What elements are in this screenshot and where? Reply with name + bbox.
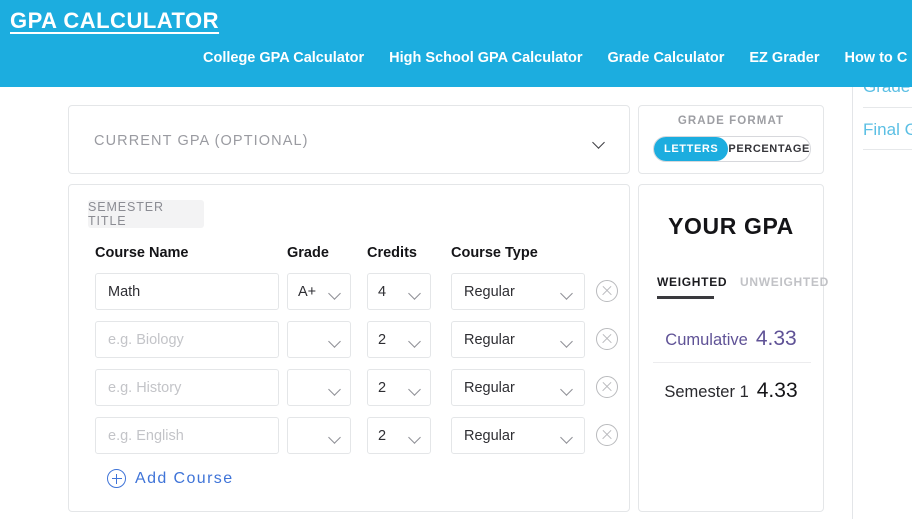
- grade-select[interactable]: [287, 369, 351, 406]
- table-row: e.g. Biology 2 Regular: [69, 321, 629, 358]
- grade-format-title: GRADE FORMAT: [677, 115, 785, 127]
- column-header-credits: Credits: [367, 245, 417, 261]
- grade-select[interactable]: [287, 417, 351, 454]
- cumulative-gpa-label: Cumulative: [665, 331, 748, 349]
- course-table-header: Course Name Grade Credits Course Type: [69, 245, 629, 265]
- course-type-select-value: Regular: [464, 379, 515, 396]
- cumulative-gpa-value: 4.33: [755, 327, 797, 350]
- cumulative-gpa-row: Cumulative 4.33: [639, 327, 823, 351]
- course-type-select-value: Regular: [464, 427, 515, 444]
- grade-format-toggle: LETTERS PERCENTAGE: [653, 136, 811, 162]
- course-type-select[interactable]: Regular: [451, 417, 585, 454]
- chevron-down-icon: [592, 134, 605, 152]
- semester-title-input[interactable]: SEMESTER TITLE: [88, 200, 204, 228]
- grade-select-value: A+: [298, 283, 317, 300]
- semester-gpa-label: Semester 1: [664, 383, 749, 401]
- nav-item-college-gpa-calculator[interactable]: College GPA Calculator: [203, 50, 364, 66]
- gpa-divider: [653, 362, 811, 363]
- grade-select[interactable]: [287, 321, 351, 358]
- column-header-course-name: Course Name: [95, 245, 189, 261]
- credits-select[interactable]: 4: [367, 273, 431, 310]
- current-gpa-accordion[interactable]: CURRENT GPA (OPTIONAL): [68, 105, 630, 174]
- semester-gpa-value: 4.33: [756, 379, 798, 402]
- tab-weighted[interactable]: WEIGHTED: [657, 275, 727, 289]
- credits-select-value: 2: [378, 427, 387, 444]
- credits-select[interactable]: 2: [367, 321, 431, 358]
- gpa-calculator-page: GPA CALCULATOR College GPA Calculator Hi…: [0, 0, 912, 519]
- chevron-down-icon: [408, 334, 421, 350]
- grade-select[interactable]: A+: [287, 273, 351, 310]
- sidebar-divider: [863, 149, 912, 150]
- nav-item-how-to-calculate[interactable]: How to C: [844, 50, 907, 66]
- add-course-label: Add Course: [135, 469, 234, 487]
- credits-select-value: 4: [378, 283, 387, 300]
- grade-format-option-letters[interactable]: LETTERS: [654, 137, 729, 161]
- course-name-input[interactable]: Math: [95, 273, 279, 310]
- course-type-select-value: Regular: [464, 331, 515, 348]
- course-type-select[interactable]: Regular: [451, 273, 585, 310]
- tab-unweighted[interactable]: UNWEIGHTED: [740, 275, 829, 289]
- nav-item-grade-calculator[interactable]: Grade Calculator: [608, 50, 725, 66]
- main-navigation: College GPA Calculator High School GPA C…: [203, 50, 907, 66]
- semester-course-card: SEMESTER TITLE Course Name Grade Credits…: [68, 184, 630, 512]
- your-gpa-card: YOUR GPA WEIGHTED UNWEIGHTED Cumulative …: [638, 184, 828, 512]
- sidebar-divider: [863, 107, 912, 108]
- chevron-down-icon: [328, 286, 341, 302]
- course-type-select[interactable]: Regular: [451, 369, 585, 406]
- credits-select-value: 2: [378, 331, 387, 348]
- chevron-down-icon: [560, 430, 573, 446]
- grade-format-option-percentage[interactable]: PERCENTAGE: [728, 137, 810, 161]
- nav-item-high-school-gpa-calculator[interactable]: High School GPA Calculator: [389, 50, 582, 66]
- sidebar-link-grade[interactable]: Grade: [853, 87, 910, 97]
- course-type-select-value: Regular: [464, 283, 515, 300]
- column-header-grade: Grade: [287, 245, 329, 261]
- table-row: Math A+ 4 Regular: [69, 273, 629, 310]
- semester-gpa-row: Semester 1 4.33: [639, 379, 823, 403]
- site-header: GPA CALCULATOR College GPA Calculator Hi…: [0, 0, 912, 87]
- add-course-button[interactable]: Add Course: [107, 469, 234, 488]
- remove-course-icon[interactable]: [596, 424, 618, 446]
- remove-course-icon[interactable]: [596, 328, 618, 350]
- remove-course-icon[interactable]: [596, 376, 618, 398]
- right-sidebar: Grade Final G: [852, 87, 912, 519]
- chevron-down-icon: [560, 286, 573, 302]
- course-name-input[interactable]: e.g. Biology: [95, 321, 279, 358]
- course-name-input[interactable]: e.g. English: [95, 417, 279, 454]
- active-tab-indicator: [657, 296, 714, 299]
- sidebar-link-final-grade[interactable]: Final G: [853, 120, 912, 140]
- remove-course-icon[interactable]: [596, 280, 618, 302]
- chevron-down-icon: [328, 334, 341, 350]
- course-name-input[interactable]: e.g. History: [95, 369, 279, 406]
- credits-select[interactable]: 2: [367, 369, 431, 406]
- credits-select-value: 2: [378, 379, 387, 396]
- table-row: e.g. English 2 Regular: [69, 417, 629, 454]
- chevron-down-icon: [408, 382, 421, 398]
- current-gpa-label: CURRENT GPA (OPTIONAL): [94, 133, 309, 149]
- chevron-down-icon: [560, 334, 573, 350]
- table-row: e.g. History 2 Regular: [69, 369, 629, 406]
- chevron-down-icon: [408, 286, 421, 302]
- chevron-down-icon: [560, 382, 573, 398]
- grade-format-card: GRADE FORMAT LETTERS PERCENTAGE: [638, 105, 824, 174]
- column-header-course-type: Course Type: [451, 245, 538, 261]
- your-gpa-title: YOUR GPA: [668, 213, 794, 239]
- site-brand-title[interactable]: GPA CALCULATOR: [10, 8, 219, 34]
- credits-select[interactable]: 2: [367, 417, 431, 454]
- chevron-down-icon: [408, 430, 421, 446]
- chevron-down-icon: [328, 430, 341, 446]
- nav-item-ez-grader[interactable]: EZ Grader: [749, 50, 819, 66]
- plus-circle-icon: [107, 469, 126, 488]
- chevron-down-icon: [328, 382, 341, 398]
- course-type-select[interactable]: Regular: [451, 321, 585, 358]
